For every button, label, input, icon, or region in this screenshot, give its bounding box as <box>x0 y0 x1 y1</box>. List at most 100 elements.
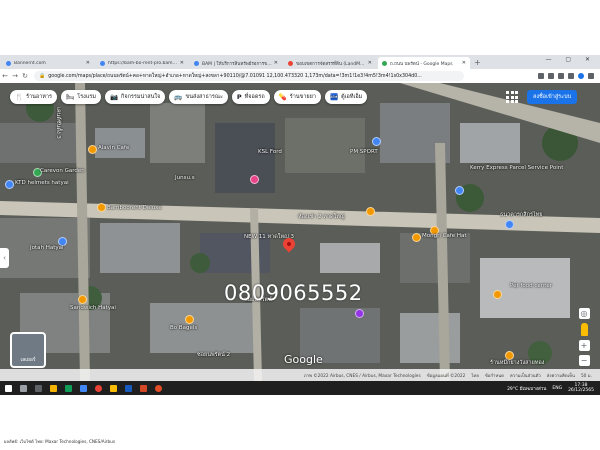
app-icon[interactable] <box>155 384 162 392</box>
store-icon[interactable] <box>372 137 381 146</box>
satellite-imagery <box>0 83 600 381</box>
extension-icons <box>538 73 594 79</box>
map-label[interactable]: Jotah Hatyai <box>30 245 64 251</box>
new-tab-button[interactable]: + <box>474 57 481 69</box>
map-label[interactable]: Alavin Cafe <box>98 145 129 151</box>
cafe-icon[interactable] <box>88 145 97 154</box>
pet-store-icon[interactable] <box>493 290 502 299</box>
map-label[interactable]: KSL Ford <box>258 149 282 155</box>
place-icon[interactable] <box>355 309 364 318</box>
map-label[interactable]: Bamboorent Deluxe <box>107 205 162 211</box>
star-icon[interactable] <box>548 73 554 79</box>
map-label[interactable]: Carevon Garden <box>40 168 85 174</box>
map-controls: ◎ + − <box>577 308 591 366</box>
windows-start-icon[interactable] <box>5 384 12 392</box>
map-label[interactable]: Bo Bagels <box>170 325 197 331</box>
layers-toggle-button[interactable]: เลเยอร์ <box>10 332 46 368</box>
chip-things-to-do[interactable]: 📷 กิจกรรมน่าสนใจ <box>104 90 166 104</box>
reload-icon[interactable]: ↻ <box>20 72 30 80</box>
word-icon[interactable] <box>125 384 132 392</box>
street-view-pegman-icon[interactable] <box>580 323 588 336</box>
hotel-icon[interactable] <box>97 203 106 212</box>
close-icon[interactable]: ✕ <box>180 60 184 66</box>
hotel-icon[interactable] <box>366 207 375 216</box>
chip-parking[interactable]: P ที่จอดรถ <box>231 90 270 104</box>
close-icon[interactable]: ✕ <box>368 60 372 66</box>
close-icon[interactable]: ✕ <box>274 60 278 66</box>
map-label[interactable]: Pet food center <box>510 283 552 289</box>
browser-tab[interactable]: Bannernt.com ✕ <box>2 57 94 69</box>
map-label[interactable]: ธนาคารกสิกรไทย <box>500 211 543 219</box>
address-bar[interactable]: 🔒 google.com/maps/place/ถนนพรัตน์+คอ+หาด… <box>34 71 464 81</box>
chip-hotels[interactable]: 🛏 โรงแรม <box>60 90 101 104</box>
maps-favicon-icon <box>382 60 387 66</box>
zoom-out-button[interactable]: − <box>578 355 590 366</box>
chip-transit[interactable]: 🚌 ขนส่งสาธารณะ <box>169 90 228 104</box>
desktop-screen: Bannernt.com ✕ https://bam-bo-rent-pro.ba… <box>0 55 600 395</box>
atm-icon: 🏧 <box>329 93 339 101</box>
cafe-icon[interactable] <box>412 233 421 242</box>
file-explorer-icon[interactable] <box>50 384 57 392</box>
map-label[interactable]: Mongri Cafe Hat <box>422 233 467 239</box>
browser-tab[interactable]: https://bam-bo-rent-pro.bam.co... ✕ <box>96 57 188 69</box>
map-label[interactable]: ซอยนพรัตน์ 2 <box>197 351 230 359</box>
map-footer: ภาพ ©2022 Airbus, CNES / Airbus, Maxar T… <box>0 369 600 381</box>
window-controls[interactable]: — ▢ ✕ <box>545 56 596 63</box>
parking-icon: P <box>236 93 242 101</box>
collapse-side-panel-button[interactable]: ‹ <box>0 248 9 268</box>
map-label[interactable]: KTD helmets hatyai <box>15 180 69 186</box>
map-label[interactable]: Kerry Express Parcel Service Point <box>470 165 563 171</box>
shop-icon[interactable] <box>5 180 14 189</box>
menu-dots-icon[interactable] <box>588 73 594 79</box>
extension-icon[interactable] <box>558 73 564 79</box>
windows-taskbar: 29°C มีเมฆบางส่วน ENG 17:38 26/12/2565 <box>0 381 600 395</box>
close-icon[interactable]: ✕ <box>86 60 90 66</box>
browser-tab[interactable]: ขอบเขตการจัดสรรที่ดิน (LandMap) ✕ <box>284 57 376 69</box>
search-icon[interactable] <box>20 384 27 392</box>
edge-icon[interactable] <box>80 384 87 392</box>
map-label[interactable]: เคนต์ซันตั้ง 3 <box>54 107 62 139</box>
chip-pharmacies[interactable]: 💊 ร้านขายยา <box>273 90 321 104</box>
folder-icon[interactable] <box>110 384 117 392</box>
weather-widget[interactable]: 29°C มีเมฆบางส่วน <box>507 385 546 392</box>
url-text: google.com/maps/place/ถนนพรัตน์+คอ+หาดให… <box>48 74 422 79</box>
pill-icon: 💊 <box>278 93 287 101</box>
restaurant-icon[interactable] <box>78 295 87 304</box>
puzzle-icon[interactable] <box>568 73 574 79</box>
bus-icon: 🚌 <box>174 93 183 101</box>
share-icon[interactable] <box>538 73 544 79</box>
cafe-icon[interactable] <box>185 315 194 324</box>
map-label[interactable]: PM SPORT <box>350 149 378 155</box>
task-view-icon[interactable] <box>35 384 42 392</box>
sign-in-button[interactable]: ลงชื่อเข้าสู่ระบบ <box>527 90 578 104</box>
google-apps-icon[interactable] <box>504 89 520 105</box>
forward-icon[interactable]: → <box>10 72 20 80</box>
bank-icon[interactable] <box>505 220 514 229</box>
close-icon[interactable]: ✕ <box>462 60 466 66</box>
map-label[interactable]: Junsu.s <box>175 175 195 181</box>
store-icon[interactable] <box>65 384 72 392</box>
shop-icon[interactable] <box>250 175 259 184</box>
chip-restaurants[interactable]: 🍴 ร้านอาหาร <box>10 90 57 104</box>
map-label[interactable]: ห้องเช่า 2 หาดใหญ่ <box>298 213 345 221</box>
browser-tab-active[interactable]: ถ.ถนน นพรัตน์ - Google Maps ✕ <box>378 57 470 69</box>
map-label[interactable]: Sandwich Hatyai <box>70 305 116 311</box>
profile-avatar-icon[interactable] <box>578 73 584 79</box>
language-indicator[interactable]: ENG <box>552 386 562 391</box>
clock[interactable]: 17:38 26/12/2565 <box>568 383 594 393</box>
fork-knife-icon: 🍴 <box>15 93 24 101</box>
powerpoint-icon[interactable] <box>140 384 147 392</box>
zoom-in-button[interactable]: + <box>578 340 590 351</box>
place-icon[interactable] <box>455 186 464 195</box>
scale-bar[interactable]: 50 ม. <box>581 372 592 379</box>
chip-atms[interactable]: 🏧 ตู้เอทีเอ็ม <box>324 90 368 104</box>
chrome-icon[interactable] <box>95 384 102 392</box>
phone-number-overlay: 0809065552 <box>224 281 363 305</box>
satellite-map[interactable]: 🍴 ร้านอาหาร 🛏 โรงแรม 📷 กิจกรรมน่าสนใจ 🚌 ขนส่… <box>0 83 600 381</box>
map-label[interactable]: ร้านหมึกย่างวังสายทอง <box>490 359 544 367</box>
favicon-icon <box>194 60 199 66</box>
browser-toolbar: ← → ↻ 🔒 google.com/maps/place/ถนนพรัตน์+… <box>0 69 600 84</box>
back-icon[interactable]: ← <box>0 72 10 80</box>
my-location-icon[interactable]: ◎ <box>578 308 590 319</box>
browser-tab[interactable]: BAM | ให้บริการสินทรัพย์รอการขาย... ✕ <box>190 57 282 69</box>
